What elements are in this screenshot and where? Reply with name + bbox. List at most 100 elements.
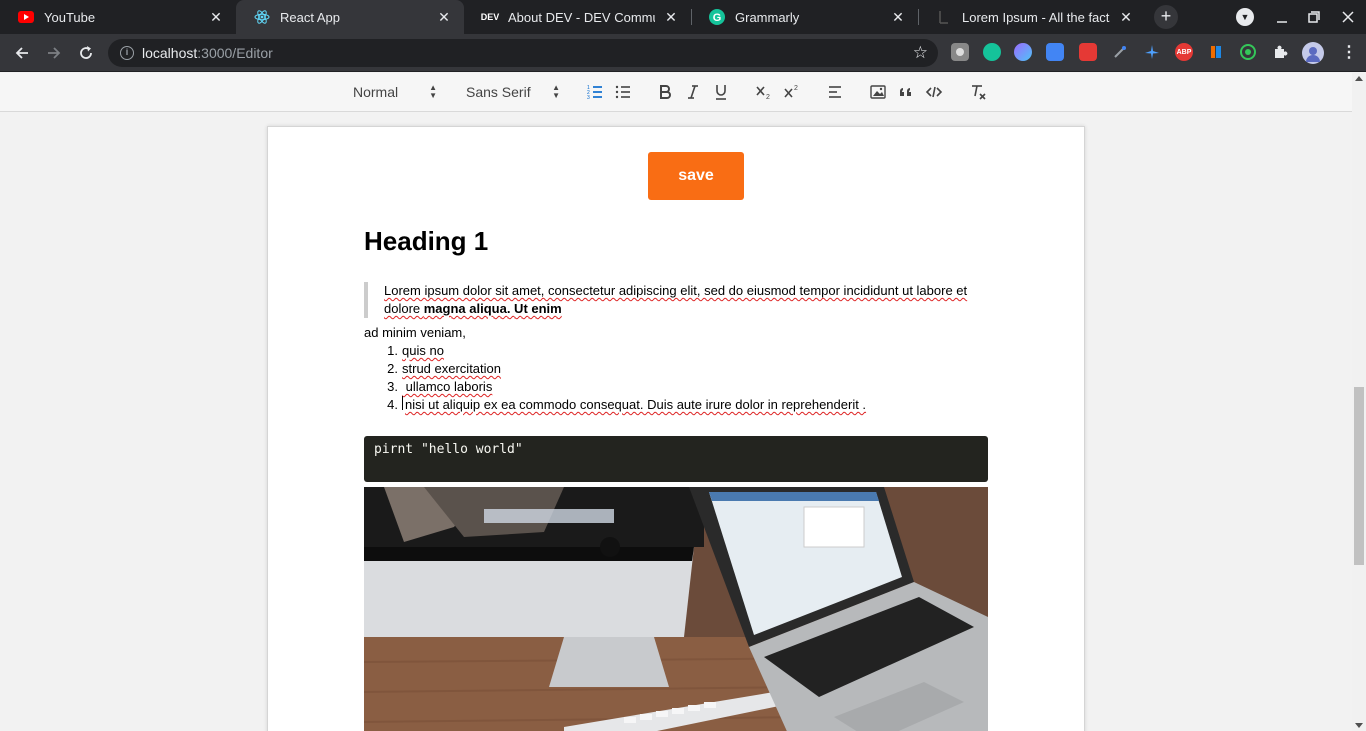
new-tab-button[interactable]: +: [1154, 5, 1178, 29]
list-item-text: quis no: [402, 343, 444, 358]
list-item-text: nisi ut aliquip ex ea commodo consequat.…: [405, 397, 867, 412]
clear-formatting-icon: [972, 85, 986, 100]
code-block-button[interactable]: [924, 82, 944, 102]
close-tab-icon[interactable]: ✕: [890, 9, 906, 25]
bookmark-star-icon[interactable]: ☆: [913, 43, 928, 63]
blockquote-bold-text: magna aliqua. Ut enim: [423, 301, 562, 316]
bookmark-extension-icon[interactable]: [1207, 43, 1225, 61]
address-bar[interactable]: i localhost:3000/Editor ☆: [108, 39, 938, 67]
header-select[interactable]: Normal ▲ ▼: [353, 83, 437, 101]
adblock-extension-icon[interactable]: ABP: [1175, 43, 1193, 61]
blockquote-button[interactable]: [896, 82, 916, 102]
svg-text:2: 2: [794, 85, 798, 92]
profile-avatar[interactable]: [1302, 42, 1324, 64]
dev-icon: DEV: [480, 12, 500, 22]
react-icon: [254, 9, 270, 25]
underline-button[interactable]: [711, 82, 731, 102]
url-path: :3000/Editor: [197, 45, 273, 61]
browser-toolbar: i localhost:3000/Editor ☆: [0, 34, 1366, 72]
target-extension-icon[interactable]: [1239, 43, 1257, 61]
blockquote-line: Lorem ipsum dolor sit amet, consectetur …: [384, 283, 968, 298]
subscript-button[interactable]: 2: [754, 82, 774, 102]
svg-text:G: G: [713, 12, 722, 24]
translate-extension-icon[interactable]: [1046, 43, 1064, 61]
header-select-value: Normal: [353, 84, 399, 100]
extensions-puzzle-icon[interactable]: [1271, 43, 1289, 61]
grammarly-extension-icon[interactable]: [983, 43, 1001, 61]
code-icon: [925, 86, 943, 98]
video-speed-extension-icon[interactable]: [1079, 43, 1097, 61]
bold-icon: [660, 85, 671, 99]
save-button[interactable]: save: [648, 152, 744, 200]
tab-title: YouTube: [44, 9, 96, 25]
page-viewport: Normal ▲ ▼ Sans Serif ▲ ▼ 123 2 2 save H…: [0, 73, 1352, 731]
tab-react-app[interactable]: React App ✕: [236, 0, 464, 34]
ordered-list-icon: 123: [587, 85, 602, 101]
tab-dev-community[interactable]: DEV About DEV - DEV Communit ✕: [464, 0, 691, 34]
list-number: 2.: [387, 361, 398, 376]
underline-icon: [716, 85, 726, 100]
vpn-extension-icon[interactable]: [1014, 43, 1032, 61]
list-number: 3.: [387, 379, 398, 394]
eyedropper-extension-icon[interactable]: [1111, 43, 1129, 61]
list-number: 1.: [387, 343, 398, 358]
align-left-icon: [829, 86, 841, 98]
tab-lorem-ipsum[interactable]: Lorem Ipsum - All the facts ✕: [918, 0, 1146, 34]
blockquote-text: dolore: [384, 301, 424, 316]
grammarly-icon: G: [709, 9, 725, 25]
svg-text:3: 3: [587, 95, 590, 101]
blockquote-line: dolore magna aliqua. Ut enim: [384, 300, 988, 318]
site-info-icon[interactable]: i: [120, 46, 134, 60]
font-select-value: Sans Serif: [466, 84, 531, 100]
forward-icon[interactable]: [40, 39, 68, 67]
tab-strip: YouTube ✕ React App ✕ DEV About DEV - DE…: [0, 0, 1366, 34]
bullet-list-button[interactable]: [613, 82, 633, 102]
list-item-text: ullamco laboris: [402, 379, 493, 394]
font-select[interactable]: Sans Serif ▲ ▼: [466, 83, 560, 101]
select-arrows-icon: ▲ ▼: [552, 83, 560, 100]
url-host: localhost: [142, 45, 198, 61]
close-tab-icon[interactable]: ✕: [1118, 9, 1134, 25]
superscript-icon: 2: [784, 85, 798, 98]
bold-button[interactable]: [655, 82, 675, 102]
select-arrows-icon: ▲ ▼: [429, 83, 437, 100]
restore-icon[interactable]: [1298, 0, 1330, 34]
page-scrollbar[interactable]: [1352, 73, 1366, 731]
editor-toolbar: Normal ▲ ▼ Sans Serif ▲ ▼ 123 2 2: [0, 73, 1352, 112]
tab-title: React App: [280, 9, 340, 25]
close-tab-icon[interactable]: ✕: [436, 9, 452, 25]
reload-icon[interactable]: [72, 39, 100, 67]
close-tab-icon[interactable]: ✕: [208, 9, 224, 25]
list-item: 4. nisi ut aliquip ex ea commodo consequa…: [364, 396, 866, 414]
desk-computers-image: [364, 487, 988, 731]
scroll-down-icon[interactable]: [1355, 723, 1363, 728]
editor-document[interactable]: save Heading 1 Lorem ipsum dolor sit ame…: [267, 126, 1085, 731]
close-window-icon[interactable]: [1332, 0, 1364, 34]
close-tab-icon[interactable]: ✕: [663, 9, 679, 25]
scroll-up-icon[interactable]: [1355, 76, 1363, 81]
list-item-text: strud exercitation: [402, 361, 501, 376]
airplane-extension-icon[interactable]: [1143, 43, 1161, 61]
superscript-button[interactable]: 2: [782, 82, 802, 102]
blockquote: Lorem ipsum dolor sit amet, consectetur …: [364, 282, 988, 318]
ordered-list: 1. quis no 2. strud exercitation 3. ullamc…: [364, 342, 866, 414]
extension-icon[interactable]: [951, 43, 969, 61]
back-icon[interactable]: [8, 39, 36, 67]
document-heading: Heading 1: [364, 226, 489, 256]
paragraph: ad minim veniam,: [364, 325, 466, 340]
align-button[interactable]: [825, 82, 845, 102]
ordered-list-button[interactable]: 123: [585, 82, 605, 102]
image-icon: [870, 85, 886, 99]
minimize-icon[interactable]: [1266, 0, 1298, 34]
menu-kebab-icon[interactable]: ⋮: [1340, 43, 1358, 61]
tab-search-icon[interactable]: ▼: [1236, 8, 1254, 26]
lorem-ipsum-icon: [936, 9, 952, 25]
italic-button[interactable]: [683, 82, 703, 102]
scrollbar-thumb[interactable]: [1354, 387, 1364, 565]
text-cursor: [402, 396, 403, 410]
image-button[interactable]: [868, 82, 888, 102]
tab-youtube[interactable]: YouTube ✕: [0, 0, 236, 34]
clean-format-button[interactable]: [968, 82, 988, 102]
tab-title: About DEV - DEV Communit: [508, 9, 655, 25]
tab-grammarly[interactable]: G Grammarly ✕: [691, 0, 918, 34]
